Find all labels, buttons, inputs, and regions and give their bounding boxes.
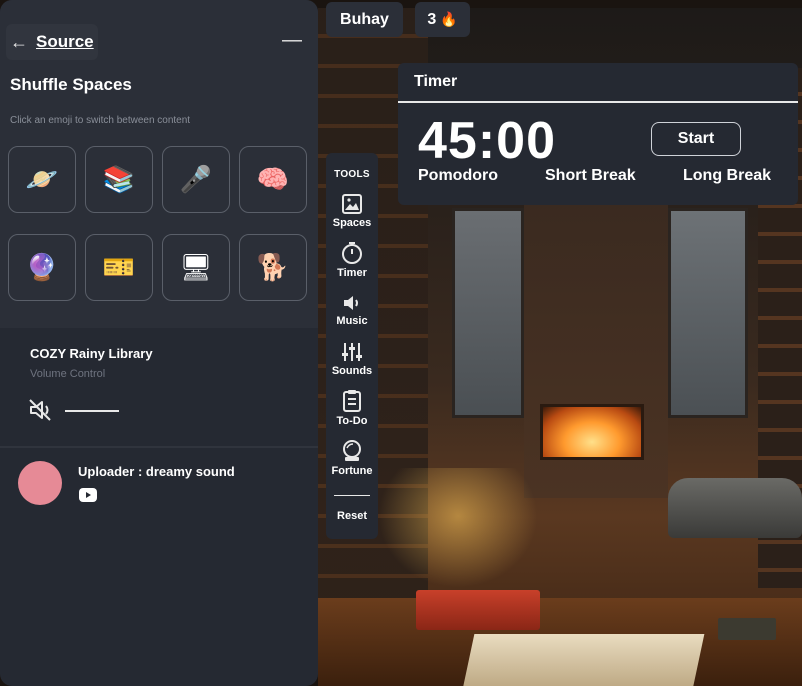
- source-link[interactable]: Source: [36, 32, 94, 52]
- tool-music[interactable]: Music: [326, 293, 378, 327]
- tool-timer-label: Timer: [337, 267, 367, 279]
- window-right: [668, 208, 748, 418]
- mode-long-break[interactable]: Long Break: [683, 167, 771, 185]
- tool-todo[interactable]: To-Do: [326, 389, 378, 427]
- open-book: [461, 634, 705, 686]
- spaces-panel: ← Source — Shuffle Spaces Click an emoji…: [0, 0, 318, 686]
- tool-sounds[interactable]: Sounds: [326, 341, 378, 377]
- tools-label: TOOLS: [334, 169, 370, 180]
- emoji-planet-button[interactable]: 🪐: [8, 146, 76, 213]
- sliders-icon: [342, 343, 362, 361]
- emoji-microphone-button[interactable]: 🎤: [162, 146, 230, 213]
- back-arrow-icon: ←: [10, 31, 28, 52]
- username-chip[interactable]: Buhay: [326, 2, 403, 37]
- tool-todo-label: To-Do: [336, 415, 368, 427]
- tool-spaces-label: Spaces: [332, 217, 372, 229]
- timer-title: Timer: [414, 73, 458, 90]
- emoji-grid: 🪐 📚 🎤 🧠 🔮 🎫 🖥 🐕: [8, 146, 307, 301]
- tool-fortune[interactable]: Fortune: [326, 439, 378, 477]
- tool-music-label: Music: [336, 315, 368, 327]
- lamp-glow: [378, 468, 538, 588]
- timer-divider: [398, 101, 798, 103]
- timer-card: Timer 45:00 Start Pomodoro Short Break L…: [398, 63, 798, 205]
- emoji-brain-button[interactable]: 🧠: [239, 146, 307, 213]
- panel-hint: Click an emoji to switch between content: [10, 115, 191, 126]
- tool-spaces[interactable]: Spaces: [326, 193, 378, 229]
- minimize-icon[interactable]: —: [282, 28, 302, 52]
- volume-control-label: Volume Control: [30, 368, 106, 380]
- sofa: [668, 478, 802, 538]
- emoji-ticket-button[interactable]: 🎫: [85, 234, 153, 301]
- tools-sidebar: TOOLS Spaces Timer Music Sounds To-Do Fo…: [326, 153, 378, 539]
- mode-short-break[interactable]: Short Break: [545, 167, 636, 185]
- youtube-icon[interactable]: [79, 488, 97, 502]
- tools-divider: [334, 495, 370, 496]
- mode-pomodoro[interactable]: Pomodoro: [418, 167, 498, 185]
- avatar: [18, 461, 62, 505]
- red-book: [416, 590, 540, 630]
- emoji-monitor-button[interactable]: 🖥: [162, 234, 230, 301]
- small-book: [718, 618, 776, 640]
- flame-icon: 🔥: [440, 11, 458, 27]
- emoji-dog-button[interactable]: 🐕: [239, 234, 307, 301]
- panel-divider: [0, 446, 318, 448]
- tool-timer[interactable]: Timer: [326, 241, 378, 279]
- emoji-crystal-ball-button[interactable]: 🔮: [8, 234, 76, 301]
- image-icon: [342, 194, 362, 214]
- stopwatch-icon: [342, 242, 362, 264]
- volume-mute-icon[interactable]: [28, 398, 54, 422]
- source-back-button[interactable]: ← Source: [6, 24, 98, 60]
- tool-sounds-label: Sounds: [331, 365, 373, 377]
- start-button[interactable]: Start: [651, 122, 741, 156]
- clipboard-icon: [343, 390, 361, 412]
- timer-display: 45:00: [418, 112, 556, 170]
- speaker-icon: [344, 296, 358, 310]
- reset-button[interactable]: Reset: [326, 510, 378, 522]
- now-playing-title: COZY Rainy Library: [30, 346, 153, 361]
- streak-chip[interactable]: 3 🔥: [415, 2, 470, 37]
- window-left: [452, 208, 524, 418]
- emoji-books-button[interactable]: 📚: [85, 146, 153, 213]
- streak-count: 3: [427, 10, 437, 28]
- fireplace: [540, 404, 644, 460]
- uploader-label: Uploader : dreamy sound: [78, 464, 235, 479]
- panel-title: Shuffle Spaces: [10, 75, 132, 94]
- crystal-ball-icon: [343, 440, 361, 461]
- tool-fortune-label: Fortune: [331, 465, 373, 477]
- volume-slider[interactable]: [65, 410, 119, 412]
